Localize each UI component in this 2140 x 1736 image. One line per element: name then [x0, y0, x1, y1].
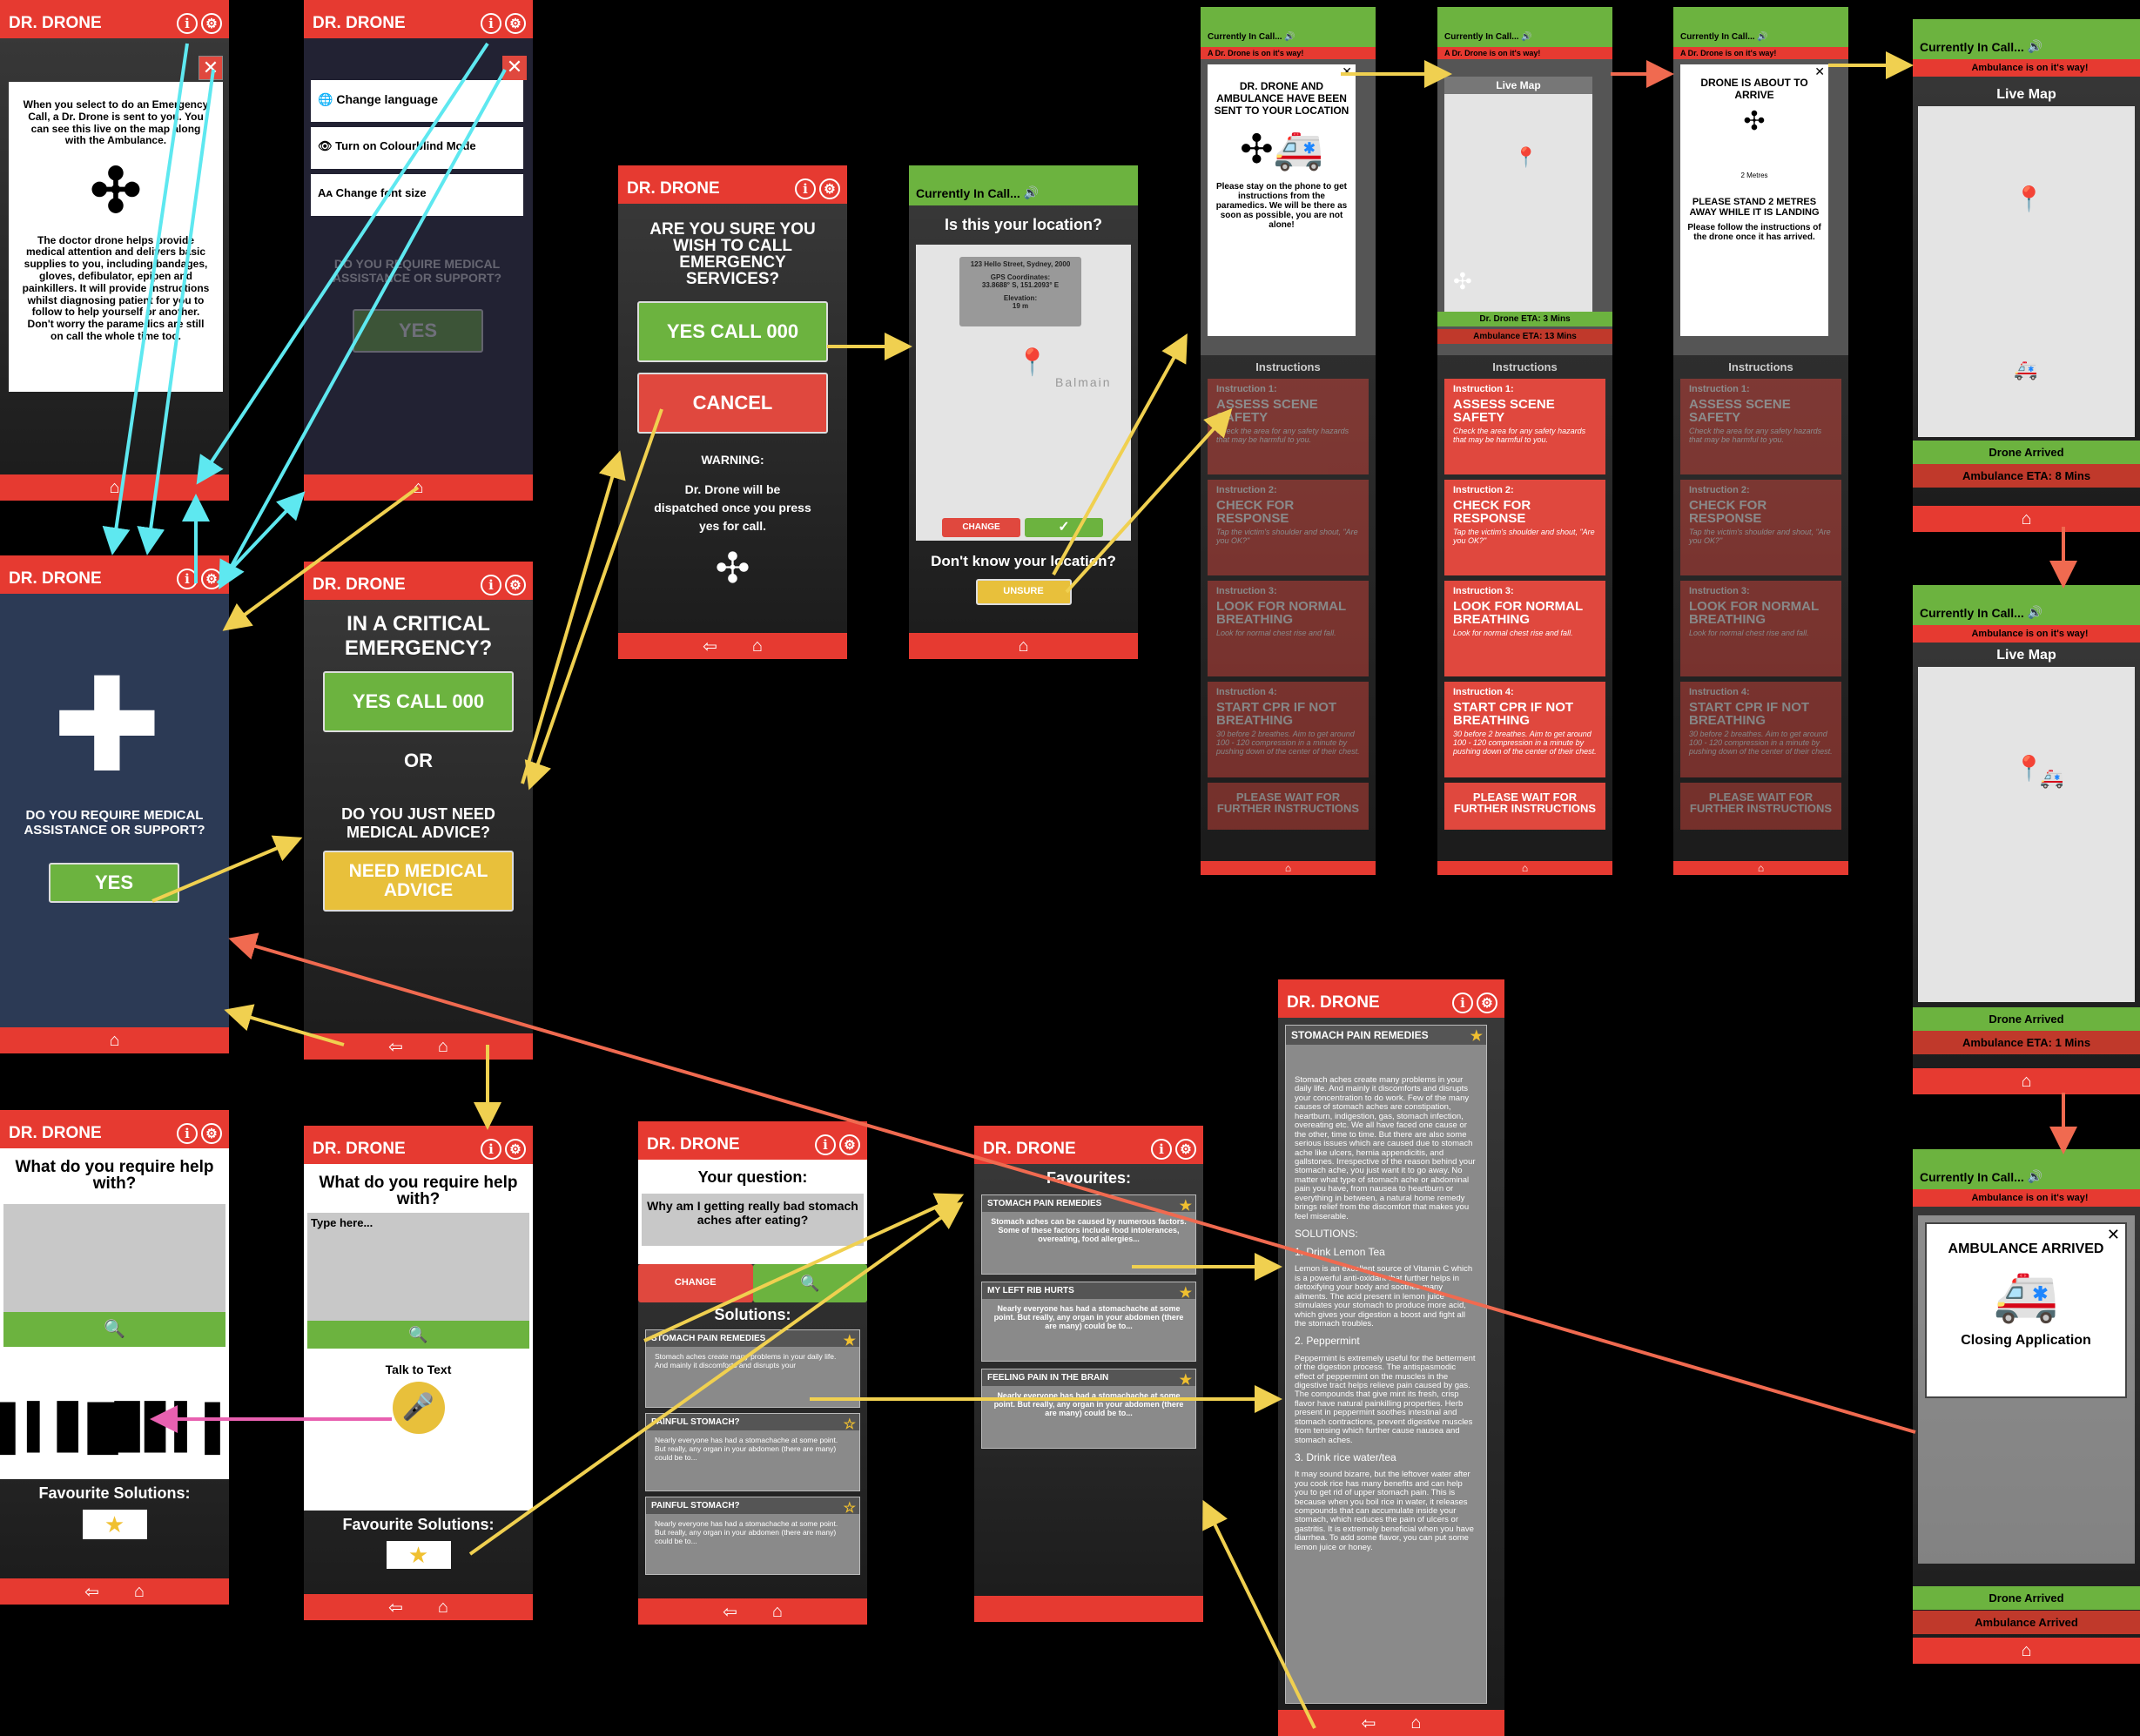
storyboard-canvas: DR. DRONE i ⚙ ✕ When you select to do an E… [0, 0, 2140, 1736]
flow-arrows [102, 42, 2077, 1729]
